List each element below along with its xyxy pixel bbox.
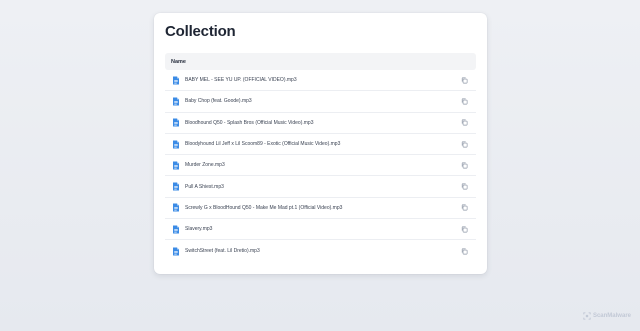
- watermark-text: ScanMalware: [592, 313, 631, 319]
- file-name: Slavery.mp3: [185, 226, 213, 233]
- table-row[interactable]: Pull A Shiest.mp3: [165, 176, 476, 198]
- copy-icon: [461, 77, 467, 84]
- file-document-icon: [173, 97, 179, 106]
- table-row[interactable]: Murder Zone.mp3: [165, 155, 476, 177]
- table-row[interactable]: Screwly G x BloodHound Q50 - Make Me Mad…: [165, 198, 476, 220]
- watermark: ScanMalware: [583, 312, 631, 320]
- copy-button[interactable]: [460, 119, 468, 127]
- file-table: Name BABY MEL - SEE YU UP. (OFFICIAL VID…: [165, 53, 476, 262]
- copy-button[interactable]: [460, 140, 468, 148]
- file-document-icon: [173, 161, 179, 170]
- file-document-icon: [173, 118, 179, 127]
- copy-button[interactable]: [460, 76, 468, 84]
- table-row[interactable]: Bloodhound Q50 - Splash Bros (Official M…: [165, 113, 476, 134]
- copy-icon: [461, 141, 467, 147]
- table-row[interactable]: Bloodyhound Lil Jeff x Lil Scoom89 - Exo…: [165, 134, 476, 156]
- copy-icon: [461, 204, 467, 211]
- copy-button[interactable]: [460, 161, 468, 169]
- table-body: BABY MEL - SEE YU UP. (OFFICIAL VIDEO).m…: [165, 70, 476, 262]
- file-name: Pull A Shiest.mp3: [185, 183, 224, 190]
- copy-button[interactable]: [460, 97, 468, 105]
- copy-button[interactable]: [460, 183, 468, 191]
- page-title: Collection: [165, 23, 236, 40]
- table-row[interactable]: Baby Chop (feat. Goode).mp3: [165, 91, 476, 113]
- copy-icon: [461, 98, 467, 105]
- file-name: Bloodyhound Lil Jeff x Lil Scoom89 - Exo…: [185, 141, 341, 148]
- file-document-icon: [173, 140, 179, 149]
- file-name: Screwly G x BloodHound Q50 - Make Me Mad…: [185, 204, 343, 211]
- copy-icon: [461, 226, 467, 233]
- file-document-icon: [173, 225, 179, 234]
- scan-logo-icon: [583, 312, 591, 320]
- copy-button[interactable]: [460, 204, 468, 212]
- table-row[interactable]: Slavery.mp3: [165, 219, 476, 241]
- file-document-icon: [173, 203, 179, 212]
- copy-icon: [461, 248, 467, 254]
- copy-button[interactable]: [460, 225, 468, 233]
- file-name: Bloodhound Q50 - Splash Bros (Official M…: [185, 119, 314, 126]
- copy-icon: [461, 162, 467, 169]
- file-name: SwitchStreet (feat. Lil Dretio).mp3: [185, 248, 260, 255]
- file-name: Baby Chop (feat. Goode).mp3: [185, 98, 252, 105]
- file-document-icon: [173, 182, 179, 191]
- file-name: Murder Zone.mp3: [185, 162, 225, 169]
- copy-icon: [461, 119, 467, 126]
- copy-button[interactable]: [460, 247, 468, 255]
- table-row[interactable]: SwitchStreet (feat. Lil Dretio).mp3: [165, 240, 476, 261]
- file-document-icon: [173, 76, 179, 85]
- file-document-icon: [173, 247, 179, 256]
- table-row[interactable]: BABY MEL - SEE YU UP. (OFFICIAL VIDEO).m…: [165, 70, 476, 92]
- collection-card: Collection Name BABY MEL - SEE YU UP. (O…: [154, 13, 487, 274]
- copy-icon: [461, 183, 467, 190]
- column-header-name: Name: [171, 58, 186, 65]
- table-header: Name: [165, 53, 476, 70]
- file-name: BABY MEL - SEE YU UP. (OFFICIAL VIDEO).m…: [185, 77, 297, 84]
